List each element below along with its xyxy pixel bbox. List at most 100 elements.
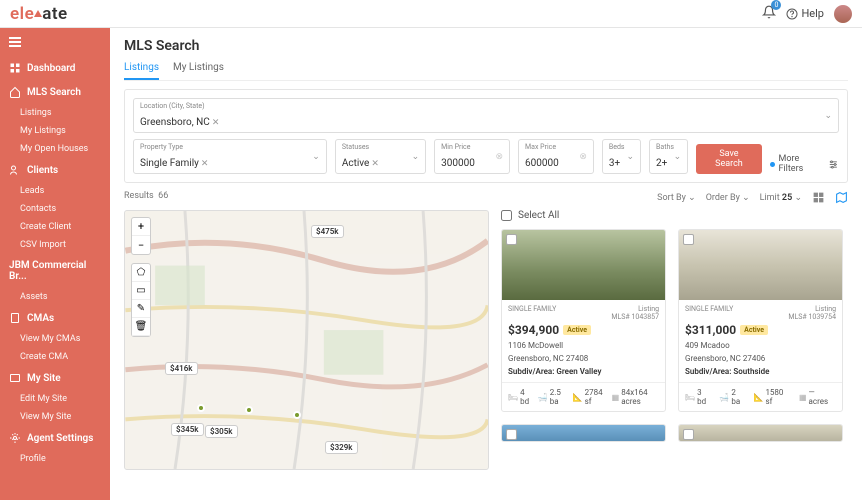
sidebar-sub-create-client[interactable]: Create Client [0,218,110,236]
property-type-field[interactable]: Property Type Single Family✕ ⌄ [133,139,327,174]
ruler-icon: 📐 [573,393,583,402]
card-checkbox[interactable] [506,234,517,245]
help-icon [786,8,798,20]
delete-shapes-button[interactable]: 🗑 [132,318,150,336]
dashboard-icon [9,62,21,74]
gear-icon [9,432,21,444]
sidebar-item-agent-settings[interactable]: Agent Settings [0,426,110,450]
sidebar-item-jbm[interactable]: JBM Commercial Br... [0,254,110,288]
max-price-field[interactable]: Max Price ⊗ [518,139,594,174]
sidebar-sub-create-cma[interactable]: Create CMA [0,348,110,366]
listing-card[interactable] [501,424,666,442]
tabs: Listings My Listings [124,62,848,81]
more-filters-label: More Filters [779,154,825,174]
sidebar-label: Agent Settings [27,433,93,444]
listing-card[interactable]: SINGLE FAMILY Listing MLS# 1039754 $311,… [678,229,843,412]
sidebar-sub-assets[interactable]: Assets [0,288,110,306]
more-filters-link[interactable]: More Filters [770,154,839,174]
sidebar-item-mls-search[interactable]: MLS Search [0,80,110,104]
listing-card[interactable]: SINGLE FAMILY Listing MLS# 1043857 $394,… [501,229,666,412]
sidebar-sub-my-listings[interactable]: My Listings [0,122,110,140]
doc-icon [9,312,21,324]
sort-by-dropdown[interactable]: Sort By ⌄ [657,193,696,203]
clear-icon[interactable]: ✕ [212,118,220,128]
sidebar-label: Clients [27,165,58,176]
logo[interactable]: eleate [0,4,68,24]
listing-stats: 🛏4 bd 🛁2.5 ba 📐2784 sf ▦84x164 acres [502,382,665,411]
field-label: Property Type [140,143,320,151]
map-price-pin[interactable]: $305k [205,425,238,438]
subdivision: Subdiv/Area: Southside [679,365,842,378]
clear-icon[interactable]: ✕ [201,159,209,169]
avatar[interactable] [834,5,852,23]
min-price-input[interactable] [441,158,491,169]
zoom-out-button[interactable]: − [132,236,150,254]
map-zoom-controls: + − [131,217,151,255]
sidebar-sub-edit-site[interactable]: Edit My Site [0,390,110,408]
edit-shapes-button[interactable]: ✎ [132,300,150,318]
order-by-dropdown[interactable]: Order By ⌄ [706,193,750,203]
help-link[interactable]: Help [786,7,824,20]
field-value: 3+ [609,158,620,169]
logo-text-2: ate [42,4,68,24]
location-field[interactable]: Location (City, State) Greensboro, NC✕ ⌄ [133,98,839,133]
max-price-input[interactable] [525,158,575,169]
sidebar-sub-contacts[interactable]: Contacts [0,200,110,218]
save-search-button[interactable]: Save Search [696,144,762,174]
card-checkbox[interactable] [683,429,694,440]
sidebar-item-my-site[interactable]: My Site [0,366,110,390]
tab-my-listings[interactable]: My Listings [173,62,224,80]
map-panel[interactable]: + − ⬠ ▭ ✎ 🗑 $475k $416k $345k$305k $329k [124,210,489,470]
map-cluster-dot[interactable] [293,411,301,419]
grid-view-icon[interactable] [812,191,825,204]
sidebar: Dashboard MLS Search Listings My Listing… [0,28,110,500]
draw-rect-button[interactable]: ▭ [132,282,150,300]
beds-stat: 🛏4 bd [508,388,531,406]
clear-icon[interactable]: ✕ [371,159,379,169]
baths-field[interactable]: Baths 2+ ⌄ [649,139,688,174]
acres-stat: ▦84x164 acres [612,388,659,406]
status-field[interactable]: Statuses Active✕ ⌄ [335,139,426,174]
card-checkbox[interactable] [506,429,517,440]
listing-card[interactable] [678,424,843,442]
map-price-pin[interactable]: $475k [311,225,344,238]
sidebar-item-cmas[interactable]: CMAs [0,306,110,330]
clear-icon[interactable]: ⊗ [579,152,587,162]
sidebar-sub-leads[interactable]: Leads [0,182,110,200]
sidebar-item-clients[interactable]: Clients [0,158,110,182]
listing-stats: 🛏3 bd 🛁2 ba 📐1580 sf ▦— acres [679,382,842,411]
select-all-checkbox[interactable] [501,210,512,221]
min-price-field[interactable]: Min Price ⊗ [434,139,510,174]
select-all-row: Select All [501,210,848,221]
draw-polygon-button[interactable]: ⬠ [132,264,150,282]
map-cluster-dot[interactable] [197,404,205,412]
sidebar-item-dashboard[interactable]: Dashboard [0,56,110,80]
sidebar-sub-view-site[interactable]: View My Site [0,408,110,426]
sidebar-sub-csv-import[interactable]: CSV Import [0,236,110,254]
zoom-in-button[interactable]: + [132,218,150,236]
bath-icon: 🛁 [538,393,548,402]
page-title: MLS Search [124,38,848,54]
sidebar-sub-open-houses[interactable]: My Open Houses [0,140,110,158]
map-price-pin[interactable]: $329k [325,441,358,454]
map-cluster-dot[interactable] [245,406,253,414]
notifications-button[interactable]: 0 [762,5,776,22]
field-label: Beds [609,143,634,151]
map-view-icon[interactable] [835,191,848,204]
select-all-label: Select All [518,210,559,221]
limit-dropdown[interactable]: Limit 25 ⌄ [760,193,802,203]
tab-listings[interactable]: Listings [124,62,159,80]
map-price-pin[interactable]: $416k [165,362,198,375]
sidebar-sub-view-cmas[interactable]: View My CMAs [0,330,110,348]
field-value: Active✕ [342,158,379,169]
map-price-pin[interactable]: $345k [171,423,204,436]
card-checkbox[interactable] [683,234,694,245]
baths-stat: 🛁2.5 ba [538,388,566,406]
sidebar-sub-profile[interactable]: Profile [0,450,110,468]
main-content: MLS Search Listings My Listings Location… [110,28,862,500]
listing-label: Listing [611,305,659,313]
clear-icon[interactable]: ⊗ [495,152,503,162]
hamburger-button[interactable] [0,28,110,56]
sidebar-sub-listings[interactable]: Listings [0,104,110,122]
beds-field[interactable]: Beds 3+ ⌄ [602,139,641,174]
